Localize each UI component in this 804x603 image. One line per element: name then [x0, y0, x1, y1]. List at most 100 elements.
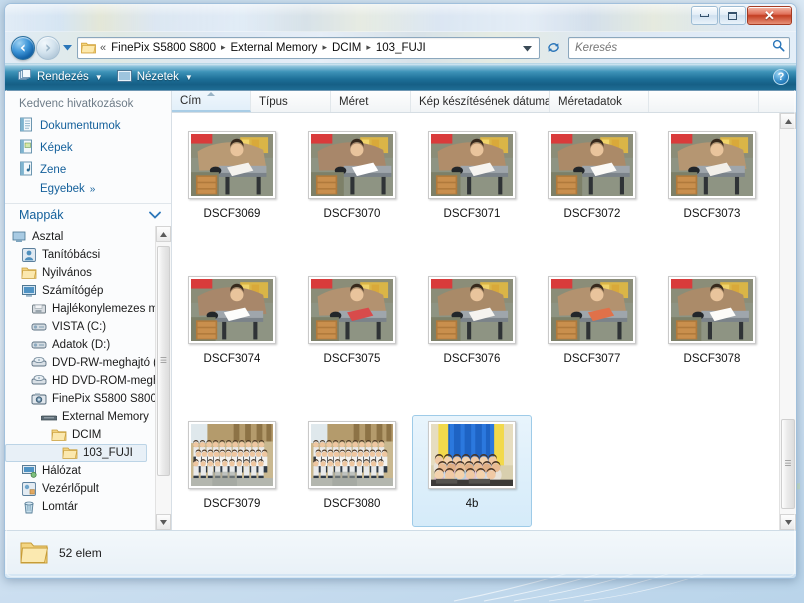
file-tile[interactable]: DSCF3076	[412, 270, 532, 382]
breadcrumb-separator[interactable]: ▸	[320, 42, 329, 53]
column-header-m-retadatok[interactable]: Méretadatok	[550, 91, 649, 112]
column-header-t-pus[interactable]: Típus	[251, 91, 331, 112]
column-header-m-ret[interactable]: Méret	[331, 91, 411, 112]
file-tile[interactable]: DSCF3072	[532, 125, 652, 237]
file-tile[interactable]: DSCF3073	[652, 125, 772, 237]
tree-item-hajl-konylemezes-m[interactable]: Hajlékonylemezes m	[5, 300, 155, 318]
breadcrumb-item-2[interactable]: DCIM	[329, 40, 364, 56]
close-button[interactable]: ✕	[747, 6, 792, 25]
folder-icon	[81, 41, 96, 54]
tree-item-103-fuji[interactable]: 103_FUJI	[5, 444, 147, 462]
file-name-label: DSCF3080	[323, 498, 381, 510]
tree-item-dcim[interactable]: DCIM	[5, 426, 155, 444]
folder-tree: Asztal Tanítóbácsi Nyilvános Számítógép Hajl…	[5, 226, 155, 530]
organize-button[interactable]: Rendezés ▼	[11, 66, 110, 88]
file-tile[interactable]: DSCF3069	[172, 125, 292, 237]
tree-item-lomt-r[interactable]: Lomtár	[5, 498, 155, 516]
scroll-up-button[interactable]	[156, 226, 171, 242]
tree-item-label: Hálózat	[42, 465, 81, 477]
recent-pages-dropdown[interactable]	[60, 38, 75, 58]
file-list-scrollbar[interactable]: ☰	[779, 113, 796, 530]
file-tile[interactable]: DSCF3075	[292, 270, 412, 382]
file-tile[interactable]: 4b	[412, 415, 532, 527]
sidebar-item-pictures[interactable]: Képek	[5, 137, 171, 159]
breadcrumb-item-0[interactable]: FinePix S5800 S800	[108, 40, 219, 56]
folder-icon	[21, 265, 37, 281]
tree-item-nyilv-nos[interactable]: Nyilvános	[5, 264, 155, 282]
camera-icon	[31, 391, 47, 407]
scroll-down-button[interactable]	[156, 514, 171, 530]
thumbnail	[548, 276, 636, 344]
sidebar-item-documents[interactable]: Dokumentumok	[5, 115, 171, 137]
tree-item-label: FinePix S5800 S800	[52, 393, 155, 405]
tree-item-label: Asztal	[32, 231, 64, 243]
chevron-down-icon: ▼	[94, 72, 103, 82]
favorite-links-list: Dokumentumok Képek Zene Egyebek »	[5, 115, 171, 203]
harddisk-icon	[31, 319, 47, 335]
file-tile[interactable]: DSCF3079	[172, 415, 292, 527]
sidebar-item-music[interactable]: Zene	[5, 159, 171, 181]
file-tile[interactable]: DSCF3077	[532, 270, 652, 382]
breadcrumb-item-1[interactable]: External Memory	[228, 40, 321, 56]
file-tile[interactable]: DSCF3070	[292, 125, 412, 237]
scroll-track[interactable]: ☰	[780, 129, 796, 514]
breadcrumb-separator[interactable]: ▸	[364, 42, 373, 53]
tree-item-label: Adatok (D:)	[52, 339, 111, 351]
scroll-track[interactable]: ☰	[156, 242, 171, 514]
tree-item-asztal[interactable]: Asztal	[5, 228, 155, 246]
search-box[interactable]	[568, 36, 790, 59]
tree-item-vez-rl-pult[interactable]: Vezérlőpult	[5, 480, 155, 498]
column-header-c-m[interactable]: Cím	[172, 91, 251, 112]
views-button[interactable]: Nézetek ▼	[110, 67, 200, 88]
floppy-icon	[31, 301, 47, 317]
folders-section-header[interactable]: Mappák	[5, 203, 171, 226]
maximize-button[interactable]	[719, 6, 746, 25]
scroll-down-button[interactable]	[780, 514, 796, 530]
chevron-down-icon[interactable]	[149, 208, 161, 222]
column-header-k-p-k-sz-t-s-nek-d-tuma[interactable]: Kép készítésének dátuma	[411, 91, 550, 112]
breadcrumb-separator[interactable]: ▸	[219, 42, 228, 53]
tree-item-adatok-d[interactable]: Adatok (D:)	[5, 336, 155, 354]
search-input[interactable]	[575, 41, 772, 54]
file-tile[interactable]: DSCF3074	[172, 270, 292, 382]
tree-item-tan-t-b-csi[interactable]: Tanítóbácsi	[5, 246, 155, 264]
refresh-button[interactable]	[543, 38, 563, 58]
window-titlebar[interactable]: ✕	[5, 4, 796, 32]
folder-tree-scrollbar[interactable]: ☰	[155, 226, 171, 530]
tree-item-hd-dvd-rom-megh[interactable]: HD DVD-ROM-megh	[5, 372, 155, 390]
file-tile[interactable]: DSCF3078	[652, 270, 772, 382]
tree-item-h-l-zat[interactable]: Hálózat	[5, 462, 155, 480]
help-button[interactable]: ?	[773, 69, 789, 85]
back-button[interactable]	[11, 35, 35, 60]
column-header-blank[interactable]	[649, 91, 759, 112]
file-tile[interactable]: DSCF3080	[292, 415, 412, 527]
folder-tree-wrap: Asztal Tanítóbácsi Nyilvános Számítógép Hajl…	[5, 226, 171, 530]
breadcrumb-item-3[interactable]: 103_FUJI	[373, 40, 429, 56]
tree-item-label: HD DVD-ROM-megh	[52, 375, 155, 387]
file-tile[interactable]: DSCF3071	[412, 125, 532, 237]
file-name-label: DSCF3071	[443, 208, 501, 220]
views-icon	[116, 69, 132, 85]
scroll-thumb[interactable]: ☰	[157, 246, 170, 476]
sidebar-item-label: Dokumentumok	[40, 120, 121, 132]
breadcrumb[interactable]: « FinePix S5800 S800 ▸ External Memory ▸…	[77, 36, 540, 59]
scroll-thumb[interactable]: ☰	[781, 419, 795, 509]
file-name-label: DSCF3075	[323, 353, 381, 365]
search-icon[interactable]	[772, 39, 785, 57]
tree-item-external-memory[interactable]: External Memory	[5, 408, 155, 426]
sidebar-more-button[interactable]: Egyebek »	[5, 181, 171, 199]
breadcrumb-overflow[interactable]: «	[99, 42, 108, 54]
recyclebin-icon	[21, 499, 37, 515]
scroll-up-button[interactable]	[780, 113, 796, 129]
music-icon	[19, 161, 34, 179]
tree-item-sz-m-t-g-p[interactable]: Számítógép	[5, 282, 155, 300]
address-dropdown-caret[interactable]	[520, 39, 537, 57]
tree-item-vista-c[interactable]: VISTA (C:)	[5, 318, 155, 336]
thumbnail	[308, 276, 396, 344]
tree-item-dvd-rw-meghajt[interactable]: DVD-RW-meghajtó (	[5, 354, 155, 372]
tree-item-label: DVD-RW-meghajtó (	[52, 357, 155, 369]
memorycard-icon	[41, 409, 57, 425]
minimize-button[interactable]	[691, 6, 718, 25]
forward-button[interactable]	[36, 35, 60, 60]
tree-item-finepix-s5800-s800[interactable]: FinePix S5800 S800	[5, 390, 155, 408]
